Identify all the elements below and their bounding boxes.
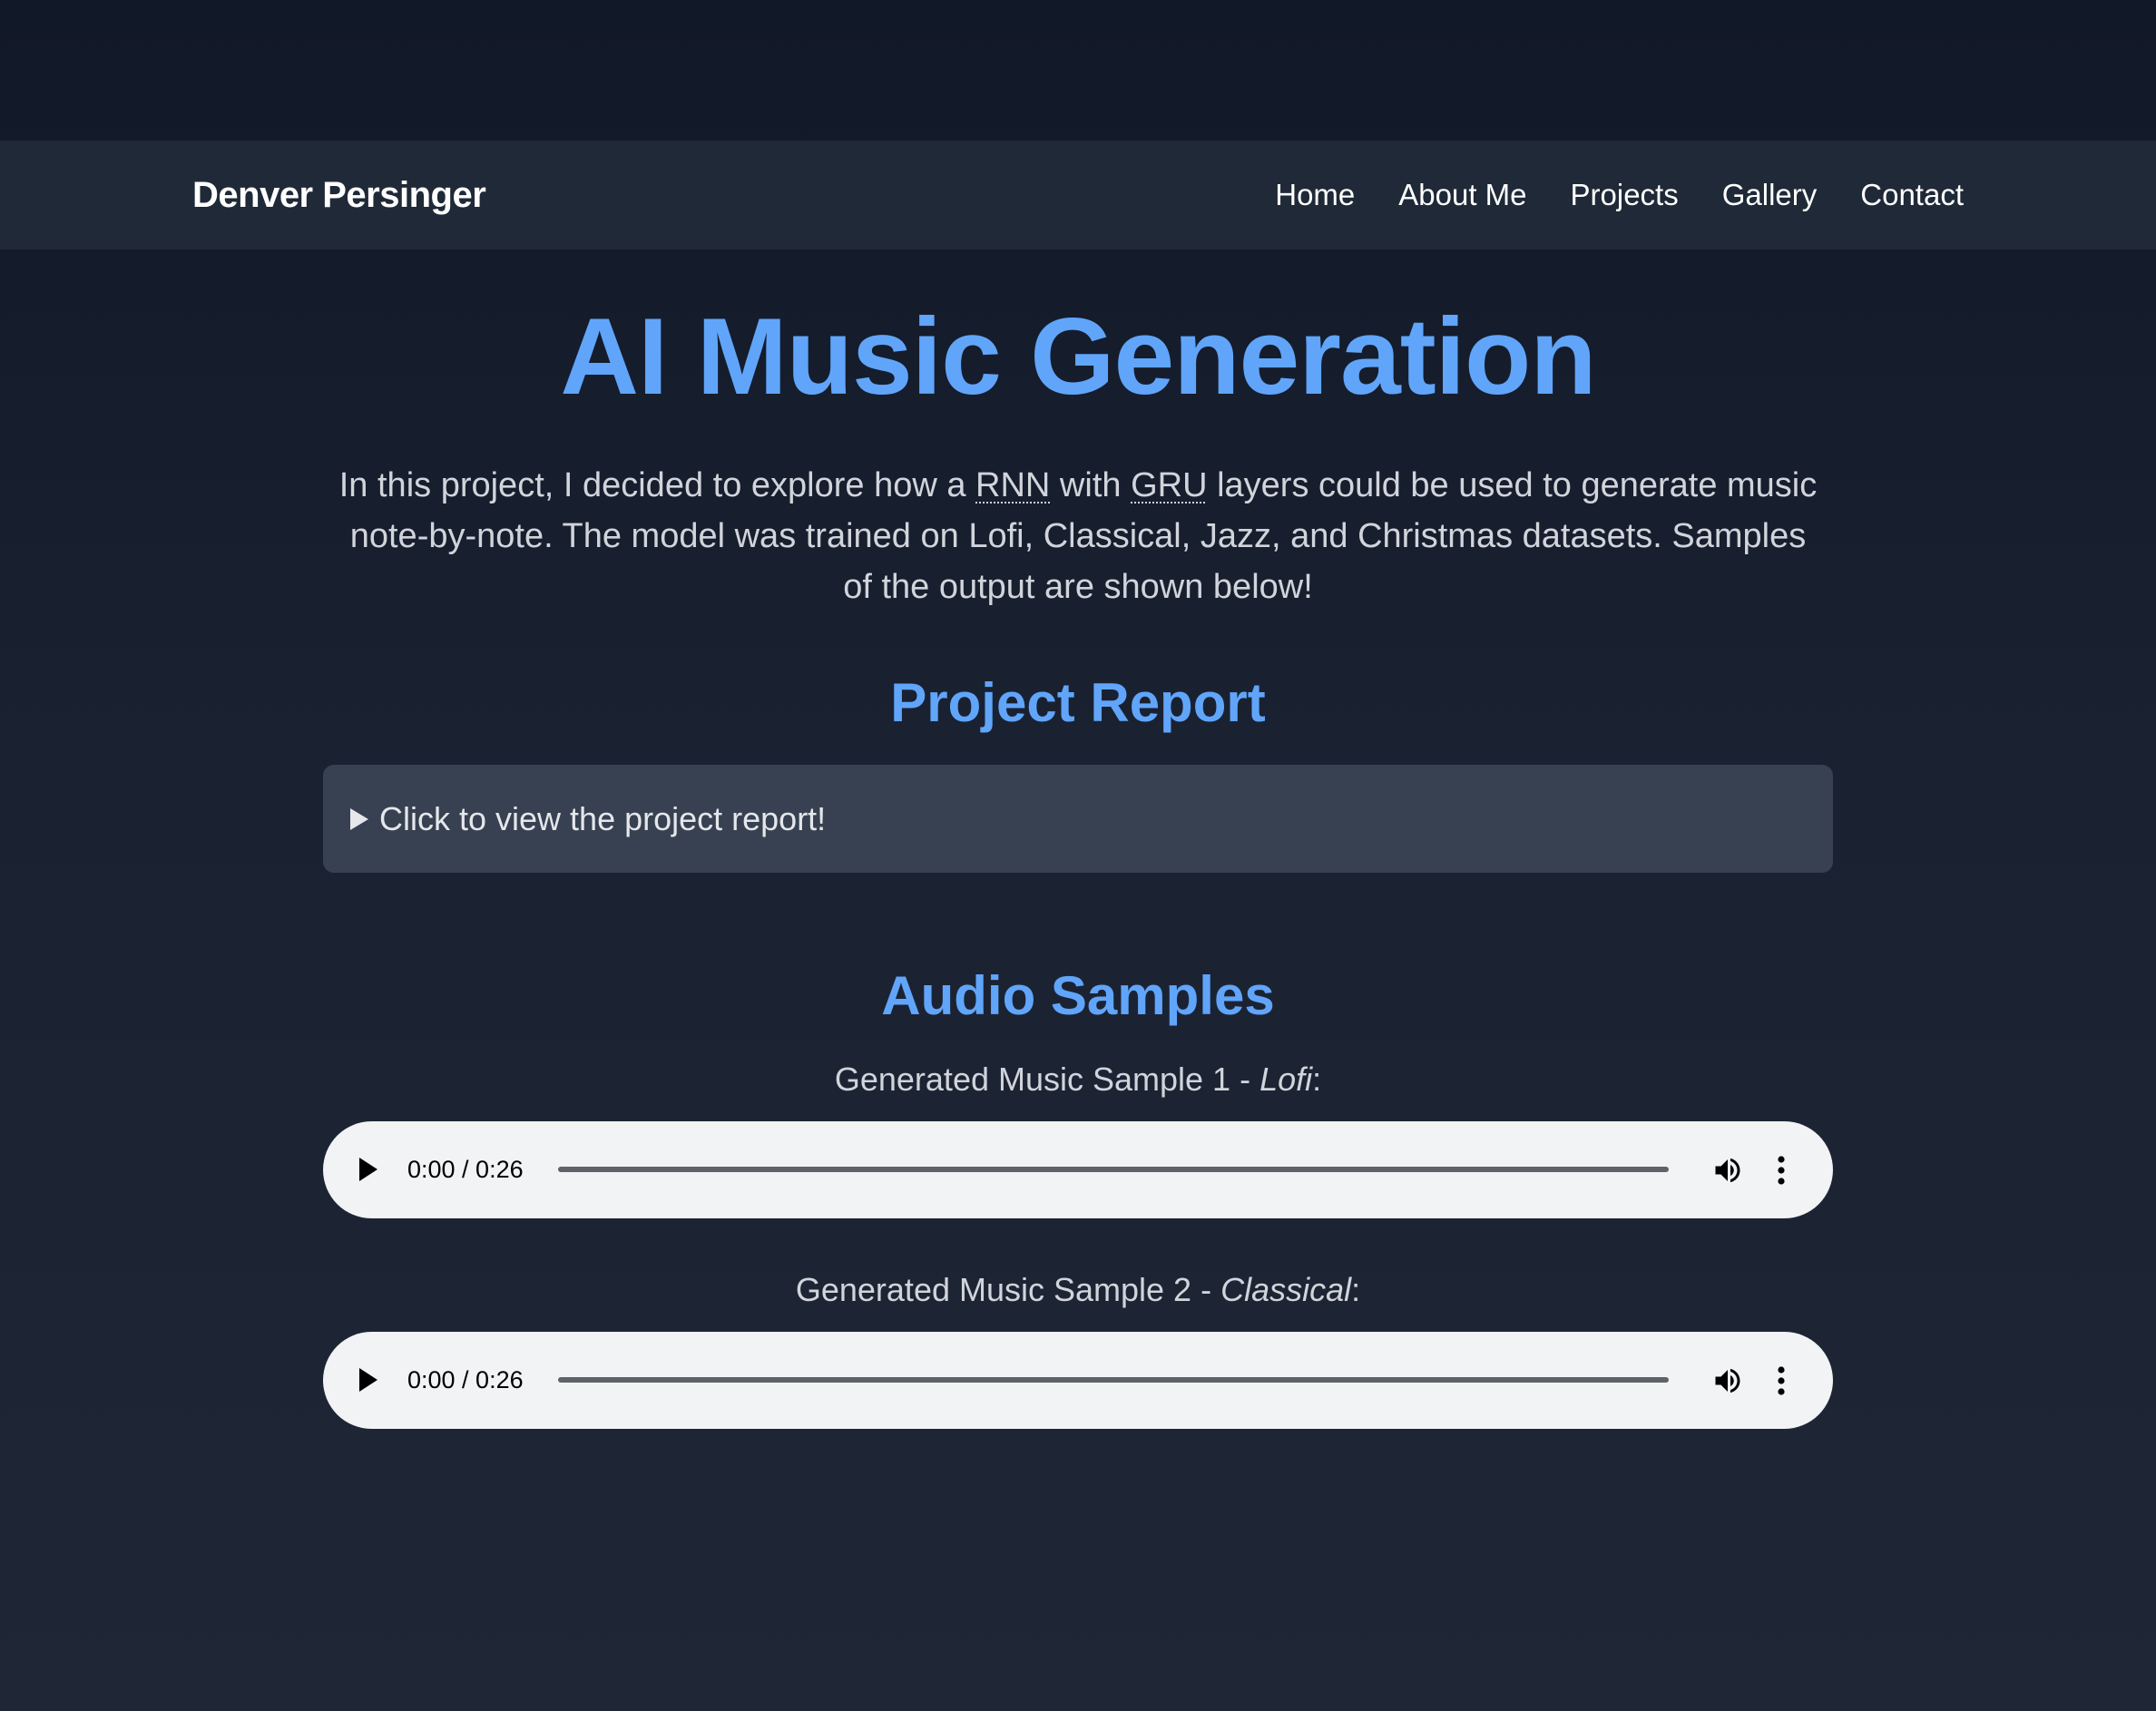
nav-link-projects[interactable]: Projects <box>1571 178 1679 212</box>
audio-player-2[interactable]: 0:00 / 0:26 <box>323 1332 1833 1429</box>
sample-1-genre: Lofi <box>1259 1061 1313 1098</box>
time-display: 0:00 / 0:26 <box>407 1156 524 1183</box>
nav-links: Home About Me Projects Gallery Contact <box>1231 141 1964 249</box>
navbar: Denver Persinger Home About Me Projects … <box>0 141 2156 249</box>
nav-link-about-me[interactable]: About Me <box>1398 178 1526 212</box>
intro-text-1: In this project, I decided to explore ho… <box>338 466 976 504</box>
abbr-rnn[interactable]: RNN <box>975 466 1050 504</box>
nav-link-gallery[interactable]: Gallery <box>1722 178 1818 212</box>
main-content: AI Music Generation In this project, I d… <box>323 249 1833 1429</box>
project-report-details[interactable]: Click to view the project report! <box>323 765 1833 873</box>
audio-samples-heading: Audio Samples <box>881 965 1275 1026</box>
site-brand[interactable]: Denver Persinger <box>192 141 486 249</box>
project-report-summary[interactable]: Click to view the project report! <box>379 800 826 838</box>
intro-text-2: with <box>1050 466 1132 504</box>
volume-icon[interactable] <box>1711 1364 1744 1397</box>
progress-track[interactable] <box>558 1167 1669 1172</box>
sample-2-suffix: : <box>1351 1271 1361 1308</box>
time-display: 0:00 / 0:26 <box>407 1366 524 1393</box>
nav-link-contact[interactable]: Contact <box>1860 178 1964 212</box>
play-icon[interactable] <box>359 1158 377 1181</box>
volume-icon[interactable] <box>1711 1154 1744 1187</box>
progress-track[interactable] <box>558 1377 1669 1383</box>
more-vertical-icon[interactable] <box>1775 1364 1788 1397</box>
play-icon[interactable] <box>359 1368 377 1392</box>
intro-paragraph: In this project, I decided to explore ho… <box>334 460 1822 612</box>
project-report-heading: Project Report <box>890 672 1266 733</box>
sample-1-suffix: : <box>1312 1061 1322 1098</box>
abbr-gru[interactable]: GRU <box>1131 466 1207 504</box>
sample-1-prefix: Generated Music Sample 1 - <box>834 1061 1260 1098</box>
more-vertical-icon[interactable] <box>1775 1154 1788 1187</box>
sample-label-1: Generated Music Sample 1 - Lofi: <box>323 1063 1833 1096</box>
sample-2-genre: Classical <box>1220 1271 1352 1308</box>
page-title: AI Music Generation <box>560 296 1596 417</box>
sample-label-2: Generated Music Sample 2 - Classical: <box>323 1274 1833 1306</box>
audio-player-1[interactable]: 0:00 / 0:26 <box>323 1121 1833 1218</box>
triangle-right-icon <box>350 807 368 830</box>
sample-2-prefix: Generated Music Sample 2 - <box>795 1271 1221 1308</box>
nav-link-home[interactable]: Home <box>1275 178 1355 212</box>
